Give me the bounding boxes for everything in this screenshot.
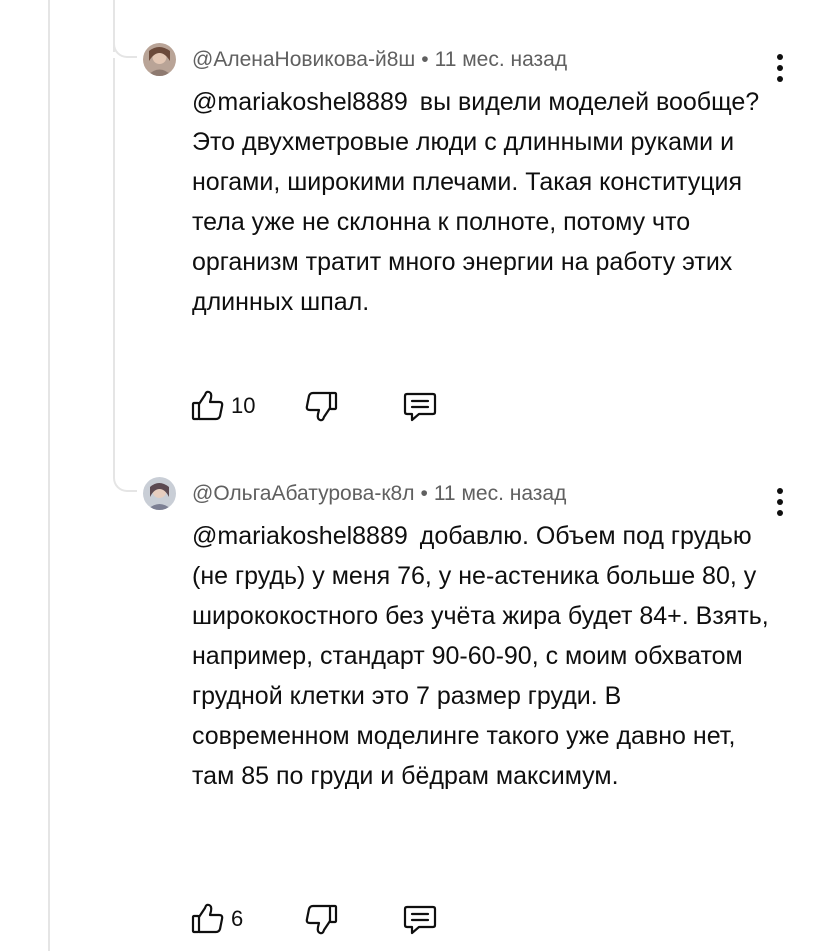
comment-actions: 6 <box>0 899 828 939</box>
dislike-button[interactable] <box>301 386 341 426</box>
thread-rail <box>48 0 50 951</box>
reply-icon <box>403 905 437 935</box>
mention-link[interactable]: @mariakoshel8889 <box>192 522 408 550</box>
comment-meta: @ОльгаАбатурова-к8л • 11 мес. назад <box>192 481 566 507</box>
author-name[interactable]: @ОльгаАбатурова-к8л <box>192 482 414 505</box>
meta-separator: • <box>421 48 429 71</box>
comment-text: @mariakoshel8889 вы видели моделей вообще… <box>192 82 772 322</box>
more-vert-icon[interactable] <box>768 485 792 519</box>
like-button[interactable] <box>188 386 228 426</box>
reply-button[interactable] <box>400 899 440 939</box>
thread-connector-curve <box>113 42 137 58</box>
dislike-button[interactable] <box>301 899 341 939</box>
comment-body: вы видели моделей вообще? Это двухметров… <box>192 88 760 316</box>
author-name[interactable]: @АленаНовикова-й8ш <box>192 48 415 71</box>
avatar[interactable] <box>143 43 176 76</box>
comment-timestamp[interactable]: 11 мес. назад <box>435 48 568 71</box>
thumb-down-icon <box>305 904 338 935</box>
comment-text: @mariakoshel8889 добавлю. Объем под грудь… <box>192 516 772 796</box>
comment-body: добавлю. Объем под грудью (не грудь) у м… <box>192 522 769 790</box>
thumb-down-icon <box>305 391 338 422</box>
more-vert-icon[interactable] <box>768 51 792 85</box>
mention-link[interactable]: @mariakoshel8889 <box>192 88 408 116</box>
comment-actions: 10 <box>0 386 828 426</box>
like-count: 10 <box>231 393 256 418</box>
thumb-up-icon <box>191 390 224 421</box>
reply-icon <box>403 392 437 422</box>
comment-meta: @АленаНовикова-й8ш • 11 мес. назад <box>192 47 567 73</box>
meta-separator: • <box>420 482 428 505</box>
comment-thread: @АленаНовикова-й8ш • 11 мес. назад @mariak… <box>0 0 828 951</box>
comment-timestamp[interactable]: 11 мес. назад <box>434 482 567 505</box>
thumb-up-icon <box>191 903 224 934</box>
like-button[interactable] <box>188 899 228 939</box>
avatar[interactable] <box>143 477 176 510</box>
thread-connector-curve <box>113 476 137 492</box>
like-count: 6 <box>231 906 244 931</box>
reply-button[interactable] <box>400 386 440 426</box>
